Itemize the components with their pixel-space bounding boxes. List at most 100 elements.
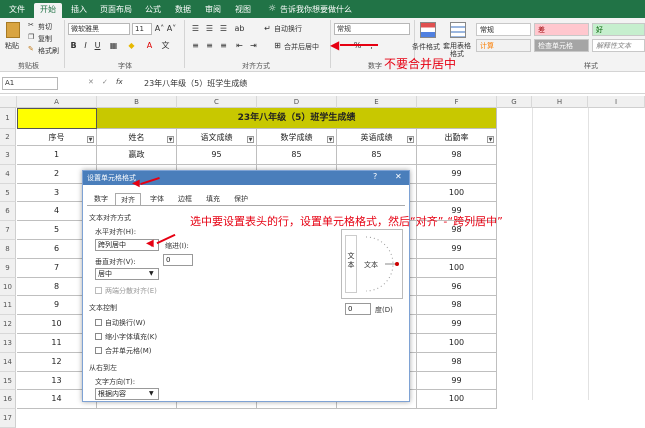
column-header[interactable]: G — [497, 96, 532, 108]
table-cell[interactable]: 96 — [417, 277, 497, 297]
tab-data[interactable]: 数据 — [170, 3, 196, 18]
vertical-text-button[interactable]: 文本 — [345, 235, 357, 293]
row-header[interactable]: 9 — [0, 258, 16, 278]
formula-input[interactable]: 23年八年级（5）班学生成绩 — [144, 78, 247, 89]
font-name-select[interactable]: 微软雅黑 — [68, 23, 130, 35]
dialog-tab-font[interactable]: 字体 — [145, 193, 169, 205]
tab-file[interactable]: 文件 — [4, 3, 30, 18]
column-header[interactable]: A — [17, 96, 97, 108]
row-header[interactable]: 2 — [0, 129, 16, 146]
bold-button[interactable]: B — [68, 40, 79, 51]
enter-icon[interactable]: ✓ — [102, 78, 108, 86]
table-cell[interactable]: 1 — [17, 146, 97, 165]
filter-dropdown-icon[interactable]: ▼ — [247, 136, 254, 143]
merge-checkbox[interactable] — [95, 347, 102, 354]
table-cell[interactable]: 85 — [337, 146, 417, 165]
shrink-checkbox[interactable] — [95, 333, 102, 340]
style-check[interactable]: 检查单元格 — [534, 39, 589, 52]
select-all-corner[interactable] — [0, 96, 17, 108]
orientation-icon[interactable]: ab — [234, 23, 245, 34]
tab-review[interactable]: 审阅 — [200, 3, 226, 18]
tab-home[interactable]: 开始 — [34, 3, 62, 18]
help-button[interactable]: ? — [373, 172, 377, 181]
shrink-font-button[interactable]: A˅ — [166, 23, 177, 34]
cut-button[interactable]: 剪切 — [38, 22, 52, 32]
tell-me-box[interactable]: 告诉我你想要做什么 — [280, 3, 380, 18]
row-header[interactable]: 17 — [0, 409, 16, 428]
tab-insert[interactable]: 插入 — [66, 3, 92, 18]
table-cell[interactable]: 99 — [417, 315, 497, 334]
sheet-title[interactable]: 23年八年级（5）班学生成绩 — [97, 108, 497, 129]
dialog-tab-protection[interactable]: 保护 — [229, 193, 253, 205]
row-header[interactable]: 7 — [0, 221, 16, 240]
tab-page-layout[interactable]: 页面布局 — [96, 3, 136, 18]
table-cell[interactable]: 95 — [177, 146, 257, 165]
row-header[interactable]: 10 — [0, 277, 16, 297]
style-bad[interactable]: 差 — [534, 23, 589, 36]
header-cell[interactable]: 英语成绩 — [337, 129, 417, 146]
align-left-icon[interactable]: ≡ — [190, 40, 201, 51]
tab-formulas[interactable]: 公式 — [140, 3, 166, 18]
paste-button[interactable]: 粘贴 — [5, 41, 19, 51]
dialog-tab-fill[interactable]: 填充 — [201, 193, 225, 205]
grow-font-button[interactable]: A˄ — [154, 23, 165, 34]
column-header[interactable]: C — [177, 96, 257, 108]
align-center-icon[interactable]: ≡ — [204, 40, 215, 51]
border-icon[interactable]: ▦ — [108, 40, 119, 51]
row-header[interactable]: 1 — [0, 108, 16, 129]
header-cell[interactable]: 姓名 — [97, 129, 177, 146]
dialog-tab-alignment[interactable]: 对齐 — [115, 193, 141, 205]
style-calc[interactable]: 计算 — [476, 39, 531, 52]
row-header[interactable]: 4 — [0, 164, 16, 184]
filter-dropdown-icon[interactable]: ▼ — [327, 136, 334, 143]
table-cell[interactable]: 99 — [417, 164, 497, 184]
row-header[interactable]: 13 — [0, 334, 16, 353]
align-right-icon[interactable]: ≡ — [218, 40, 229, 51]
phonetic-icon[interactable]: 文 — [160, 40, 171, 51]
tab-view[interactable]: 视图 — [230, 3, 256, 18]
header-cell[interactable]: 数学成绩 — [257, 129, 337, 146]
cancel-icon[interactable]: ✕ — [88, 78, 94, 86]
name-box[interactable]: A1 — [2, 77, 58, 90]
table-cell[interactable]: 嬴政 — [97, 146, 177, 165]
filter-dropdown-icon[interactable]: ▼ — [167, 136, 174, 143]
conditional-format-button[interactable]: 条件格式 — [412, 42, 440, 52]
column-header[interactable]: F — [417, 96, 497, 108]
column-header[interactable]: H — [532, 96, 588, 108]
decrease-indent-icon[interactable]: ⇤ — [234, 40, 245, 51]
merge-center-button[interactable]: 合并后居中 — [284, 42, 319, 52]
style-explain[interactable]: 解释性文本 — [592, 39, 645, 52]
table-cell[interactable]: 100 — [417, 334, 497, 353]
column-header[interactable]: B — [97, 96, 177, 108]
increase-indent-icon[interactable]: ⇥ — [248, 40, 259, 51]
filter-dropdown-icon[interactable]: ▼ — [487, 136, 494, 143]
fx-icon[interactable]: fx — [116, 78, 123, 86]
wrap-checkbox[interactable] — [95, 319, 102, 326]
table-cell[interactable]: 98 — [417, 296, 497, 316]
wrap-text-button[interactable]: 自动换行 — [274, 24, 302, 34]
align-top-icon[interactable]: ☰ — [190, 23, 201, 34]
table-cell[interactable]: 98 — [417, 352, 497, 372]
filter-dropdown-icon[interactable]: ▼ — [407, 136, 414, 143]
style-normal[interactable]: 常规 — [476, 23, 531, 36]
italic-button[interactable]: I — [80, 40, 91, 51]
row-header[interactable]: 11 — [0, 296, 16, 316]
number-format-select[interactable]: 常规 — [334, 23, 410, 35]
format-painter-button[interactable]: 格式刷 — [38, 46, 59, 56]
align-bottom-icon[interactable]: ☰ — [218, 23, 229, 34]
column-header[interactable]: I — [588, 96, 645, 108]
fill-color-icon[interactable]: ◆ — [126, 40, 137, 51]
header-cell[interactable]: 出勤率 — [417, 129, 497, 146]
row-header[interactable]: 5 — [0, 183, 16, 203]
distributed-checkbox[interactable] — [95, 287, 102, 294]
header-cell[interactable]: 语文成绩 — [177, 129, 257, 146]
table-cell[interactable]: 100 — [417, 258, 497, 278]
underline-button[interactable]: U — [92, 40, 103, 51]
table-cell[interactable]: 85 — [257, 146, 337, 165]
dialog-tab-border[interactable]: 边框 — [173, 193, 197, 205]
table-cell[interactable]: 100 — [417, 183, 497, 203]
row-header[interactable]: 12 — [0, 315, 16, 334]
header-cell[interactable]: 序号 — [17, 129, 97, 146]
row-header[interactable]: 15 — [0, 371, 16, 391]
column-header[interactable]: E — [337, 96, 417, 108]
